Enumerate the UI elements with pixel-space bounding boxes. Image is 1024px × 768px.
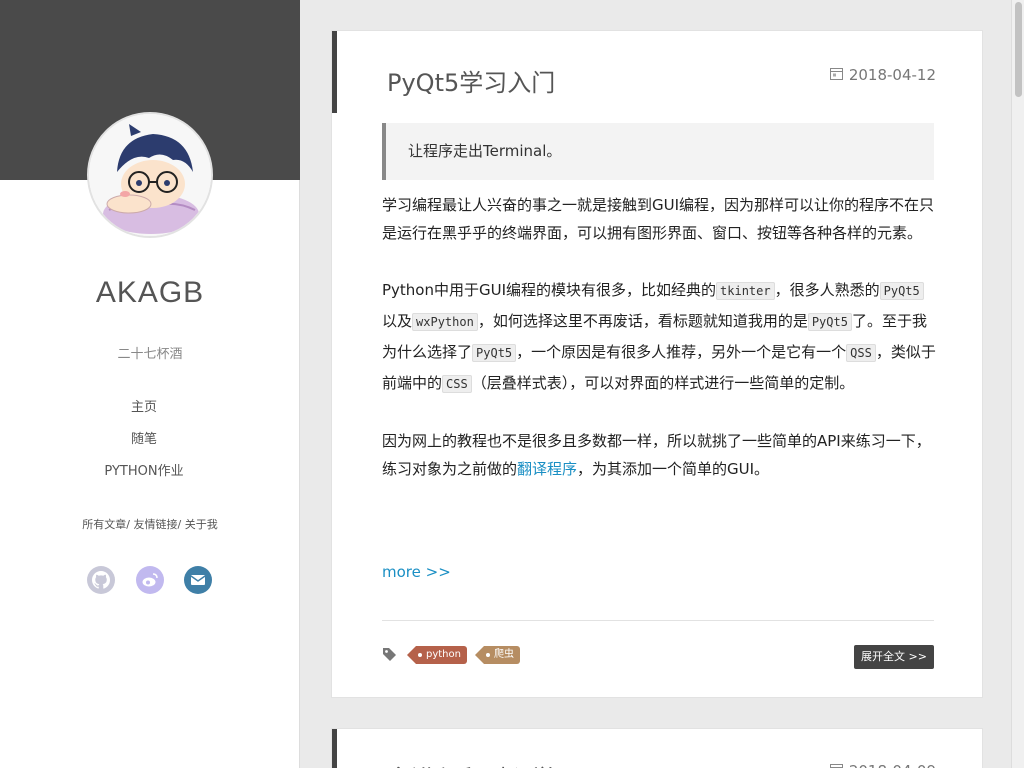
post-excerpt: 学习编程最让人兴奋的事之一就是接触到GUI编程，因为那样可以让你的程序不在只是运… <box>382 191 938 511</box>
code-wxpython: wxPython <box>412 313 478 331</box>
site-subtitle: 二十七杯酒 <box>117 347 183 362</box>
social-links <box>87 566 213 594</box>
post-quote: 让程序走出Terminal。 <box>382 123 934 180</box>
nav-item-python-homework[interactable]: PYTHON作业 <box>0 462 288 494</box>
code-css: CSS <box>442 375 472 393</box>
nav-item-home[interactable]: 主页 <box>0 398 288 430</box>
expand-full-button[interactable]: 展开全文 >> <box>854 645 934 669</box>
scrollbar[interactable] <box>1011 0 1024 768</box>
mail-icon[interactable] <box>184 566 212 594</box>
tag-crawler[interactable]: 爬虫 <box>475 646 520 664</box>
post-date: 2018-04-12 <box>829 66 936 84</box>
next-post-date-text: 2018-04-09 <box>849 762 936 768</box>
code-pyqt5: PyQt5 <box>879 282 924 300</box>
next-post-card: 多进程和耐心学 2018-04-09 <box>331 728 983 768</box>
post-accent-bar <box>332 729 337 768</box>
site-title[interactable]: AKAGB <box>0 276 300 310</box>
github-icon[interactable] <box>87 566 115 594</box>
post-title[interactable]: PyQt5学习入门 <box>387 63 555 98</box>
code-pyqt5: PyQt5 <box>807 313 852 331</box>
tag-python[interactable]: python <box>407 646 467 664</box>
code-pyqt5: PyQt5 <box>472 344 517 362</box>
next-post-title[interactable]: 多进程和耐心学 <box>387 759 555 768</box>
sidebar-nav: 主页 随笔 PYTHON作业 <box>0 398 288 494</box>
link-about-me[interactable]: 关于我 <box>185 518 218 531</box>
paragraph-2: Python中用于GUI编程的模块有很多，比如经典的 tkinter ，很多人熟悉的… <box>382 281 936 393</box>
link-friend-links[interactable]: 友情链接/ <box>134 518 182 531</box>
more-link[interactable]: more >> <box>382 563 451 581</box>
divider <box>382 620 934 621</box>
sidebar-sub-links: 所有文章/ 友情链接/ 关于我 <box>0 516 300 532</box>
translation-program-link[interactable]: 翻译程序 <box>517 460 577 478</box>
calendar-icon <box>829 762 843 768</box>
paragraph-3: 因为网上的教程也不是很多且多数都一样，所以就挑了一些简单的API来练习一下，练习… <box>382 432 931 478</box>
code-qss: QSS <box>846 344 876 362</box>
next-post-date: 2018-04-09 <box>829 762 936 768</box>
paragraph-1: 学习编程最让人兴奋的事之一就是接触到GUI编程，因为那样可以让你的程序不在只是运… <box>382 196 935 242</box>
nav-item-essays[interactable]: 随笔 <box>0 430 288 462</box>
weibo-icon[interactable] <box>136 566 164 594</box>
sidebar: AKAGB 二十七杯酒 主页 随笔 PYTHON作业 所有文章/ 友情链接/ 关… <box>0 0 300 768</box>
scrollbar-thumb[interactable] <box>1015 2 1022 97</box>
post-accent-bar <box>332 31 337 113</box>
tag-icon <box>382 647 397 666</box>
post-date-text: 2018-04-12 <box>848 66 936 84</box>
link-all-articles[interactable]: 所有文章/ <box>82 518 130 531</box>
code-tkinter: tkinter <box>716 282 775 300</box>
avatar[interactable] <box>87 112 213 238</box>
calendar-icon <box>829 66 843 84</box>
post-card: PyQt5学习入门 2018-04-12 让程序走出Terminal。 学习编程… <box>331 30 983 698</box>
